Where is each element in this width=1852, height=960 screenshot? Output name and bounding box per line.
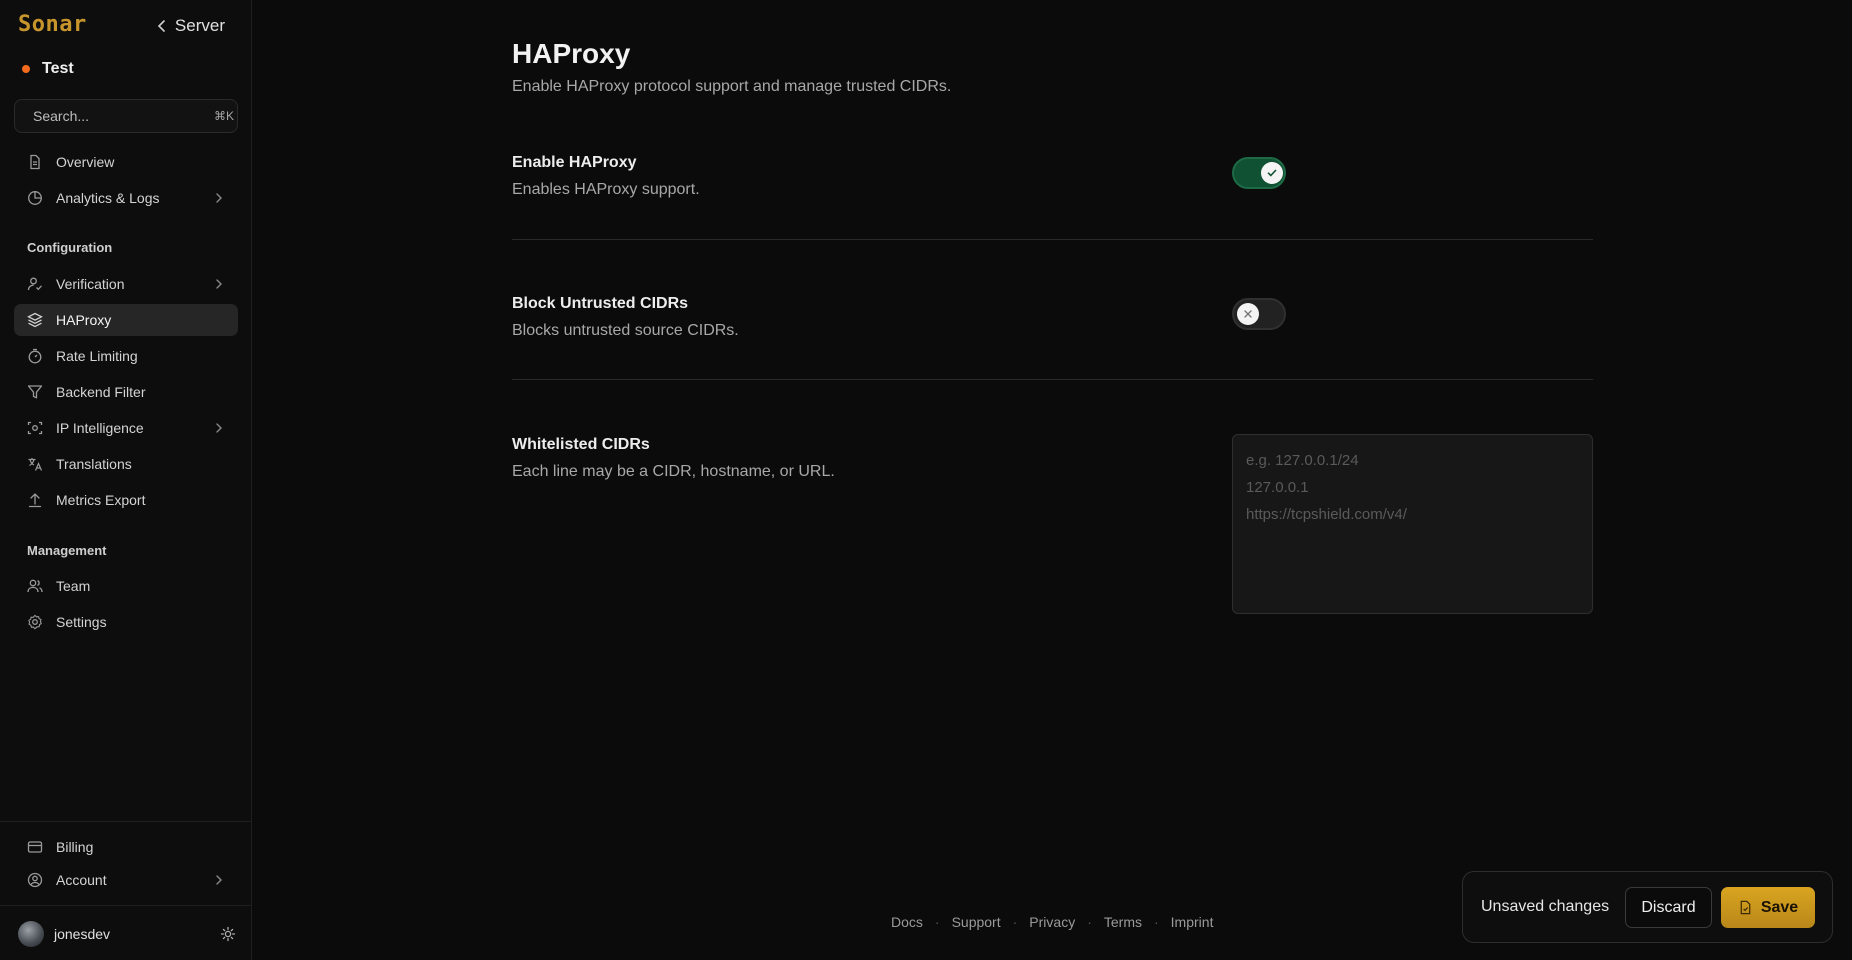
save-button[interactable]: Save xyxy=(1721,887,1815,928)
sidebar-item-settings[interactable]: Settings xyxy=(14,606,238,638)
footer-link-docs[interactable]: Docs xyxy=(891,914,923,930)
eye-scan-icon xyxy=(26,419,44,437)
back-to-server-link[interactable]: Server xyxy=(157,16,225,36)
footer-link-terms[interactable]: Terms xyxy=(1104,914,1142,930)
unsaved-changes-message: Unsaved changes xyxy=(1481,898,1610,915)
sidebar-item-label: Metrics Export xyxy=(56,492,146,508)
sidebar-item-label: Translations xyxy=(56,456,132,472)
credit-card-icon xyxy=(26,838,44,856)
server-selector[interactable]: Test xyxy=(22,60,74,78)
footer-separator: · xyxy=(1154,914,1159,930)
sidebar-item-label: Overview xyxy=(56,154,115,170)
unsaved-changes-bar: Unsaved changes Discard Save xyxy=(1462,871,1833,943)
timer-icon xyxy=(26,347,44,365)
document-icon xyxy=(26,153,44,171)
footer-links: Docs · Support · Privacy · Terms · Impri… xyxy=(891,914,1213,930)
sidebar-item-label: Billing xyxy=(56,839,94,855)
sidebar-item-label: Analytics & Logs xyxy=(56,190,160,206)
user-name: jonesdev xyxy=(54,926,111,942)
layers-icon xyxy=(26,311,44,329)
upload-icon xyxy=(26,491,44,509)
search-shortcut: ⌘K xyxy=(214,109,235,123)
setting-desc-whitelisted: Each line may be a CIDR, hostname, or UR… xyxy=(512,463,835,480)
sidebar-item-label: Backend Filter xyxy=(56,384,146,400)
sidebar-item-label: Verification xyxy=(56,276,125,292)
save-file-icon xyxy=(1740,900,1751,915)
setting-desc-block-untrusted: Blocks untrusted source CIDRs. xyxy=(512,322,739,339)
main-content: HAProxy Enable HAProxy protocol support … xyxy=(252,0,1852,960)
logo: Sonar xyxy=(18,12,87,37)
search-input[interactable] xyxy=(33,108,214,124)
sidebar-item-label: Rate Limiting xyxy=(56,348,138,364)
footer-separator: · xyxy=(934,914,940,930)
setting-title-block-untrusted: Block Untrusted CIDRs xyxy=(512,295,689,312)
search-box[interactable]: ⌘K xyxy=(14,99,238,133)
chart-pie-icon xyxy=(26,189,44,207)
page-title: HAProxy xyxy=(512,38,631,69)
avatar xyxy=(18,921,44,947)
sidebar-item-overview[interactable]: Overview xyxy=(14,146,238,178)
close-icon xyxy=(1244,310,1252,318)
divider xyxy=(512,379,1593,380)
toggle-knob xyxy=(1261,162,1283,184)
chevron-right-icon xyxy=(216,875,222,885)
footer-separator: · xyxy=(1012,914,1018,930)
chevron-right-icon xyxy=(216,279,222,289)
sidebar-item-verification[interactable]: Verification xyxy=(14,268,238,300)
save-button-label: Save xyxy=(1760,898,1799,916)
translate-icon xyxy=(26,455,44,473)
enable-haproxy-toggle[interactable] xyxy=(1232,157,1286,189)
filter-icon xyxy=(26,383,44,401)
user-check-icon xyxy=(26,275,44,293)
setting-title-whitelisted: Whitelisted CIDRs xyxy=(512,436,650,453)
footer-link-imprint[interactable]: Imprint xyxy=(1171,914,1214,930)
back-link-label: Server xyxy=(174,16,225,35)
sidebar-item-metrics-export[interactable]: Metrics Export xyxy=(14,484,238,516)
setting-title-enable-haproxy: Enable HAProxy xyxy=(512,154,637,171)
whitelisted-cidrs-textarea[interactable] xyxy=(1232,434,1593,614)
section-label-management: Management xyxy=(27,543,107,558)
sidebar-item-label: HAProxy xyxy=(56,312,112,328)
check-icon xyxy=(1267,169,1277,177)
sidebar: Sonar Server Test ⌘K Overview Analytics … xyxy=(0,0,252,960)
toggle-knob xyxy=(1237,303,1259,325)
footer-separator: · xyxy=(1087,914,1092,930)
sidebar-item-account[interactable]: Account xyxy=(14,864,238,896)
chevron-right-icon xyxy=(216,423,222,433)
divider xyxy=(512,239,1593,240)
chevron-right-icon xyxy=(216,193,222,203)
footer-link-support[interactable]: Support xyxy=(952,914,1001,930)
sidebar-item-rate-limiting[interactable]: Rate Limiting xyxy=(14,340,238,372)
users-icon xyxy=(26,577,44,595)
sidebar-item-analytics-logs[interactable]: Analytics & Logs xyxy=(14,182,238,214)
sidebar-item-haproxy[interactable]: HAProxy xyxy=(14,304,238,336)
sidebar-item-billing[interactable]: Billing xyxy=(14,831,238,863)
sidebar-header: Sonar Server xyxy=(0,0,251,54)
sidebar-divider xyxy=(0,821,251,822)
footer-link-privacy[interactable]: Privacy xyxy=(1029,914,1075,930)
sidebar-divider xyxy=(0,905,251,906)
user-circle-icon xyxy=(26,871,44,889)
sidebar-item-label: Team xyxy=(56,578,91,594)
sidebar-item-backend-filter[interactable]: Backend Filter xyxy=(14,376,238,408)
status-dot xyxy=(22,65,30,73)
sidebar-item-team[interactable]: Team xyxy=(14,570,238,602)
server-name: Test xyxy=(42,60,74,77)
chevron-left-icon xyxy=(157,20,165,32)
sidebar-item-ip-intelligence[interactable]: IP Intelligence xyxy=(14,412,238,444)
sidebar-item-label: Account xyxy=(56,872,107,888)
discard-button[interactable]: Discard xyxy=(1625,887,1712,928)
block-untrusted-toggle[interactable] xyxy=(1232,298,1286,330)
page-subtitle: Enable HAProxy protocol support and mana… xyxy=(512,78,952,95)
section-label-configuration: Configuration xyxy=(27,240,113,255)
gear-icon xyxy=(26,613,44,631)
sidebar-item-translations[interactable]: Translations xyxy=(14,448,238,480)
sidebar-item-label: Settings xyxy=(56,614,107,630)
sun-icon[interactable] xyxy=(220,926,236,942)
sidebar-item-label: IP Intelligence xyxy=(56,420,144,436)
setting-desc-enable-haproxy: Enables HAProxy support. xyxy=(512,181,700,198)
user-profile[interactable]: jonesdev xyxy=(18,920,236,948)
